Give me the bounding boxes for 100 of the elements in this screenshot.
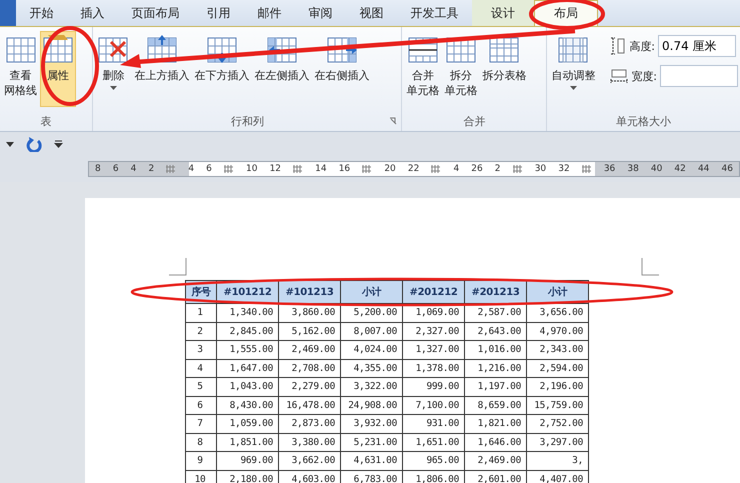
table-cell: 5,200.00 xyxy=(340,304,402,322)
column-marker-icon[interactable] xyxy=(224,163,234,175)
group-label: 合并 xyxy=(463,114,486,128)
table-cell: 7 xyxy=(186,414,216,433)
table-cell: 1,851.00 xyxy=(216,433,278,452)
ruler-number: 10 xyxy=(246,164,258,174)
column-marker-icon[interactable] xyxy=(166,163,176,175)
table-cell: 1,647.00 xyxy=(216,359,278,378)
ribbon-button[interactable]: 在左侧插入 xyxy=(252,31,312,107)
ribbon-tab[interactable]: 审阅 xyxy=(295,0,346,26)
table-cell: 5 xyxy=(186,378,216,396)
table-cell: 3,656.00 xyxy=(526,304,588,322)
column-header: 小计 xyxy=(340,280,402,304)
table-cell: 2,587.00 xyxy=(464,304,526,322)
redo-icon[interactable] xyxy=(26,136,42,152)
ribbon-button[interactable]: 合并 单元格 xyxy=(404,31,442,107)
group-label: 单元格大小 xyxy=(616,114,672,128)
table-cell: 2,469.00 xyxy=(464,452,526,470)
ribbon-button[interactable]: 拆分表格 xyxy=(480,31,528,107)
ruler-number: 2 xyxy=(148,164,154,174)
ruler-number: 4 xyxy=(188,164,194,174)
table-cell: 1,216.00 xyxy=(464,359,526,378)
column-width-icon xyxy=(610,68,628,84)
table-cell: 4,631.00 xyxy=(340,452,402,470)
size-input[interactable] xyxy=(660,65,738,87)
ribbon-button[interactable]: 在下方插入 xyxy=(192,31,252,107)
table-cell: 7,100.00 xyxy=(402,396,464,414)
ribbon-tab[interactable]: 开发工具 xyxy=(397,0,472,26)
table-cell: 969.00 xyxy=(216,452,278,470)
table-cell: 8,430.00 xyxy=(216,396,278,414)
column-marker-icon[interactable] xyxy=(362,163,372,175)
table-cell: 999.00 xyxy=(402,378,464,396)
table-cell: 5,162.00 xyxy=(278,322,340,340)
ribbon-button[interactable]: 删除 xyxy=(95,31,132,107)
ribbon-button[interactable]: 拆分 单元格 xyxy=(442,31,480,107)
table-cell: 8,659.00 xyxy=(464,396,526,414)
ruler-number: 46 xyxy=(721,164,733,174)
ribbon-tab[interactable]: 引用 xyxy=(193,0,244,26)
ruler-number: 32 xyxy=(558,164,570,174)
ribbon-tab[interactable]: 视图 xyxy=(346,0,397,26)
ruler-number: 14 xyxy=(315,164,327,174)
table-cell: 1,327.00 xyxy=(402,340,464,359)
ribbon-tab[interactable]: 设计 xyxy=(472,0,534,26)
ruler-number: 22 xyxy=(408,164,420,174)
column-marker-icon[interactable] xyxy=(582,163,592,175)
table-cell: 1,821.00 xyxy=(464,414,526,433)
table-cell: 8,007.00 xyxy=(340,322,402,340)
table-cell: 1,043.00 xyxy=(216,378,278,396)
size-input[interactable]: 0.74 厘米 xyxy=(658,35,736,57)
table-cell: 2,343.00 xyxy=(526,340,588,359)
ruler-number: 6 xyxy=(112,164,119,174)
caret-icon[interactable] xyxy=(6,142,14,146)
ruler-number: 20 xyxy=(384,164,396,174)
ruler-number: 30 xyxy=(534,164,546,174)
row-height-icon xyxy=(610,37,626,55)
table-cell: 5,231.00 xyxy=(340,433,402,452)
table-cell: 3,932.00 xyxy=(340,414,402,433)
dialog-launcher-icon[interactable] xyxy=(389,117,398,125)
table-cell: 1,555.00 xyxy=(216,340,278,359)
table-cell: 2,594.00 xyxy=(526,359,588,378)
ribbon-button[interactable]: 自动调整 xyxy=(549,31,598,107)
ruler-number: 38 xyxy=(627,164,639,174)
table-cell: 1,646.00 xyxy=(464,433,526,452)
ruler-number: 36 xyxy=(604,164,616,174)
ruler-number: 44 xyxy=(698,164,710,174)
table-cell: 1,016.00 xyxy=(464,340,526,359)
table-cell: 15,759.00 xyxy=(526,396,588,414)
table-cell: 931.00 xyxy=(402,414,464,433)
table-cell: 2,845.00 xyxy=(216,322,278,340)
table-cell: 3,380.00 xyxy=(278,433,340,452)
column-marker-icon[interactable] xyxy=(431,163,442,175)
table-cell: 2,327.00 xyxy=(402,322,464,340)
ribbon-tab[interactable]: 页面布局 xyxy=(118,0,193,26)
column-marker-icon[interactable] xyxy=(512,163,523,175)
table-cell: 2,752.00 xyxy=(526,414,588,433)
ruler-number: 12 xyxy=(270,164,282,174)
column-header: #201212 xyxy=(402,280,464,304)
table-cell: 1,651.00 xyxy=(402,433,464,452)
column-marker-icon[interactable] xyxy=(293,163,304,175)
ribbon-button[interactable]: 查看 网格线 xyxy=(2,31,39,107)
table-cell: 965.00 xyxy=(402,452,464,470)
table-cell: 3,297.00 xyxy=(526,433,588,452)
ruler-number: 8 xyxy=(95,164,101,174)
table-cell: 1 xyxy=(186,304,216,322)
corner-mark xyxy=(169,258,187,276)
ruler-number: 16 xyxy=(338,164,350,174)
table-cell: 3,322.00 xyxy=(340,378,402,396)
table-cell: 1,059.00 xyxy=(216,414,278,433)
ribbon-tab[interactable]: 开始 xyxy=(16,0,67,26)
ribbon-button[interactable]: 在右侧插入 xyxy=(312,31,372,107)
table-cell: 4,970.00 xyxy=(526,322,588,340)
table-cell: 8 xyxy=(186,433,216,452)
table-cell: 2,196.00 xyxy=(526,378,588,396)
ruler-number: 4 xyxy=(130,164,136,174)
customize-caret-icon[interactable] xyxy=(54,140,63,148)
ribbon-tab[interactable]: 插入 xyxy=(67,0,118,26)
table-cell: 1,378.00 xyxy=(402,359,464,378)
group-label: 行和列 xyxy=(230,114,264,128)
ribbon-tab[interactable]: 邮件 xyxy=(244,0,295,26)
table-cell: 1,340.00 xyxy=(216,304,278,322)
